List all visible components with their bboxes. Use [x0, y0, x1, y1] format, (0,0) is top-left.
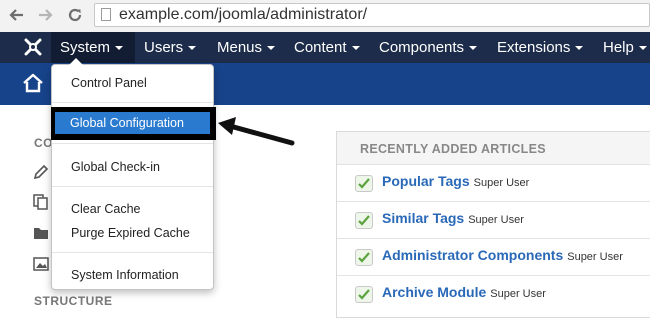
article-link[interactable]: Archive Module Super User — [382, 284, 546, 300]
menu-item-clear-cache[interactable]: Clear Cache — [71, 202, 140, 216]
nav-menus[interactable]: Menus — [217, 32, 276, 63]
article-author: Super User — [490, 288, 546, 300]
check-icon — [355, 175, 373, 192]
copy-icon[interactable] — [33, 194, 49, 210]
panel-header: RECENTLY ADDED ARTICLES — [337, 132, 650, 165]
article-title[interactable]: Popular Tags — [382, 173, 470, 189]
check-icon — [355, 212, 373, 229]
annotation-arrow-icon — [218, 117, 295, 146]
nav-components[interactable]: Components — [379, 32, 478, 63]
menu-item-system-information[interactable]: System Information — [71, 268, 179, 282]
nav-users[interactable]: Users — [144, 32, 197, 63]
folder-icon[interactable] — [33, 225, 49, 241]
menu-divider — [52, 252, 213, 253]
chevron-down-icon — [188, 46, 197, 51]
nav-help[interactable]: Help — [603, 32, 647, 63]
system-dropdown-menu: Control Panel Global Check-in Clear Cach… — [51, 58, 214, 290]
list-item: Administrator Components Super User — [337, 239, 650, 276]
chevron-down-icon — [575, 46, 584, 51]
nav-extensions-label: Extensions — [497, 39, 571, 56]
nav-system[interactable]: System — [51, 32, 135, 63]
arrow-left-icon[interactable] — [6, 5, 26, 25]
article-title[interactable]: Archive Module — [382, 284, 486, 300]
panel-title: RECENTLY ADDED ARTICLES — [360, 142, 546, 156]
recent-articles-panel: RECENTLY ADDED ARTICLES Popular Tags Supe… — [336, 131, 650, 318]
list-item: Similar Tags Super User — [337, 202, 650, 239]
sidebar-heading-structure: STRUCTURE — [34, 294, 113, 308]
chevron-down-icon — [267, 46, 276, 51]
menu-item-global-check-in[interactable]: Global Check-in — [71, 160, 160, 174]
chevron-down-icon — [469, 46, 478, 51]
article-author: Super User — [567, 251, 623, 263]
chevron-down-icon — [115, 46, 124, 51]
menu-item-global-configuration-label: Global Configuration — [70, 116, 184, 130]
nav-help-label: Help — [603, 39, 634, 56]
image-icon[interactable] — [33, 256, 49, 272]
article-link[interactable]: Similar Tags Super User — [382, 210, 524, 226]
menu-item-purge-expired-cache[interactable]: Purge Expired Cache — [71, 226, 190, 240]
nav-components-label: Components — [379, 39, 465, 56]
nav-extensions[interactable]: Extensions — [497, 32, 584, 63]
menu-item-control-panel[interactable]: Control Panel — [71, 76, 147, 90]
list-item: Archive Module Super User — [337, 276, 650, 313]
article-link[interactable]: Popular Tags Super User — [382, 173, 529, 189]
highlight-fill: Global Configuration — [55, 112, 210, 134]
url-text: example.com/joomla/administrator/ — [119, 6, 368, 23]
menu-item-global-configuration[interactable]: Global Configuration — [51, 107, 216, 140]
dropdown-pointer — [69, 58, 83, 65]
menu-divider — [52, 102, 213, 103]
check-icon — [355, 286, 373, 303]
home-icon[interactable] — [22, 72, 44, 94]
nav-menus-label: Menus — [217, 39, 263, 56]
nav-content-label: Content — [294, 39, 347, 56]
nav-users-label: Users — [144, 39, 184, 56]
nav-system-label: System — [60, 39, 111, 56]
article-title[interactable]: Similar Tags — [382, 210, 464, 226]
menu-divider — [52, 143, 213, 144]
nav-content[interactable]: Content — [294, 32, 360, 63]
pencil-icon[interactable] — [33, 164, 49, 180]
reload-icon[interactable] — [65, 5, 85, 25]
page-icon — [101, 8, 111, 21]
menu-divider — [52, 186, 213, 187]
browser-toolbar: example.com/joomla/administrator/ — [0, 0, 650, 33]
address-bar[interactable]: example.com/joomla/administrator/ — [94, 3, 650, 27]
chevron-down-icon — [638, 46, 647, 51]
arrow-right-icon[interactable] — [36, 5, 56, 25]
article-author: Super User — [473, 177, 530, 189]
joomla-logo-icon[interactable] — [22, 36, 44, 58]
chevron-down-icon — [351, 46, 360, 51]
list-item: Popular Tags Super User — [337, 165, 650, 202]
article-author: Super User — [468, 214, 524, 226]
admin-navbar: System Users Menus Content Components Ex… — [0, 32, 650, 63]
article-title[interactable]: Administrator Components — [382, 247, 563, 263]
check-icon — [355, 249, 373, 266]
article-link[interactable]: Administrator Components Super User — [382, 247, 623, 263]
